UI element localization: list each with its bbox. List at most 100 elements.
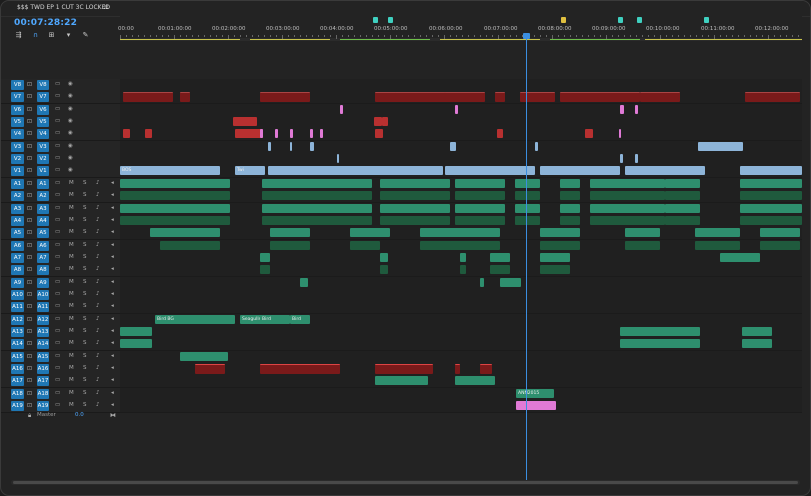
timeline-clip[interactable]	[560, 92, 640, 102]
timeline-clip[interactable]	[445, 92, 485, 102]
timeline-marker[interactable]	[373, 17, 378, 23]
track-expand-icon[interactable]: ◂	[111, 291, 114, 297]
timeline-clip[interactable]	[540, 253, 570, 262]
voiceover-icon[interactable]: ♪	[96, 229, 100, 235]
timeline-clip[interactable]	[275, 129, 278, 138]
mute-button[interactable]: M	[69, 266, 74, 272]
timeline-clip[interactable]	[515, 216, 540, 225]
timeline-clip[interactable]	[480, 364, 492, 374]
timeline-clip[interactable]	[120, 179, 230, 188]
timeline-clip[interactable]	[460, 265, 466, 274]
source-patch[interactable]: A14	[11, 339, 24, 349]
solo-button[interactable]: S	[83, 303, 87, 309]
timeline-clip[interactable]	[695, 228, 740, 237]
source-patch[interactable]: V4	[11, 129, 24, 139]
solo-button[interactable]: S	[83, 229, 87, 235]
timeline-clip[interactable]	[515, 278, 521, 287]
mute-button[interactable]: M	[69, 217, 74, 223]
voiceover-icon[interactable]: ♪	[96, 192, 100, 198]
track-expand-icon[interactable]: ◂	[111, 340, 114, 346]
mute-button[interactable]: M	[69, 291, 74, 297]
timeline-clip[interactable]	[380, 265, 388, 274]
timeline-clip[interactable]	[625, 191, 665, 200]
track-expand-icon[interactable]: ◂	[111, 279, 114, 285]
sync-lock-icon[interactable]: ▭	[55, 167, 60, 173]
track-target[interactable]: V5	[37, 117, 49, 127]
sync-lock-icon[interactable]: ▭	[55, 328, 60, 334]
timeline-clip[interactable]	[625, 241, 660, 250]
source-patch[interactable]: A18	[11, 389, 24, 399]
source-patch[interactable]: A13	[11, 327, 24, 337]
timeline-clip[interactable]	[635, 105, 638, 114]
timeline-clip[interactable]	[450, 142, 456, 151]
track-target[interactable]: A5	[37, 228, 49, 238]
timeline-clip[interactable]	[120, 216, 230, 225]
master-volume[interactable]: 0.0	[75, 412, 84, 418]
lock-icon[interactable]: ⊡	[27, 316, 32, 323]
mute-button[interactable]: M	[69, 390, 74, 396]
timeline-clip[interactable]	[310, 142, 314, 151]
lock-icon[interactable]: ⊡	[27, 192, 32, 199]
settings-icon[interactable]: ✎	[81, 31, 90, 40]
lock-icon[interactable]: ⊡	[27, 81, 32, 88]
track-target[interactable]: V8	[37, 80, 49, 90]
track-expand-icon[interactable]: ◂	[111, 377, 114, 383]
source-patch[interactable]: A3	[11, 204, 24, 214]
timeline-clip[interactable]	[180, 92, 190, 102]
timeline-clip[interactable]	[270, 228, 310, 237]
timeline-clip[interactable]	[290, 129, 293, 138]
timeline-clip[interactable]	[262, 216, 372, 225]
lock-icon[interactable]: ⊡	[27, 390, 32, 397]
timeline-clip[interactable]	[740, 191, 802, 200]
video-track-lane[interactable]: BOS Twi	[120, 165, 802, 178]
audio-track-lane[interactable]	[120, 264, 802, 277]
track-expand-icon[interactable]: ◂	[111, 390, 114, 396]
solo-button[interactable]: S	[83, 217, 87, 223]
solo-button[interactable]: S	[83, 353, 87, 359]
voiceover-icon[interactable]: ♪	[96, 291, 100, 297]
timeline-marker[interactable]	[388, 17, 393, 23]
sync-lock-icon[interactable]: ▭	[55, 192, 60, 198]
sync-lock-icon[interactable]: ▭	[55, 118, 60, 124]
sync-lock-icon[interactable]: ▭	[55, 266, 60, 272]
timeline-clip[interactable]	[262, 179, 372, 188]
timeline-clip[interactable]	[625, 228, 660, 237]
timeline-marker[interactable]	[637, 17, 642, 23]
timeline-clip[interactable]	[560, 179, 580, 188]
timeline-clip[interactable]	[380, 216, 450, 225]
track-target[interactable]: A18	[37, 389, 49, 399]
timeline-clip[interactable]	[535, 142, 538, 151]
timeline-clip[interactable]	[720, 253, 760, 262]
track-target[interactable]: A15	[37, 352, 49, 362]
timeline-clip[interactable]	[460, 253, 466, 262]
voiceover-icon[interactable]: ♪	[96, 205, 100, 211]
timeline-clip[interactable]	[180, 352, 228, 361]
timeline-clip[interactable]	[160, 241, 220, 250]
track-target[interactable]: A6	[37, 241, 49, 251]
timeline-clip[interactable]	[665, 204, 700, 213]
lock-icon[interactable]: ⊡	[27, 242, 32, 249]
eye-icon[interactable]: ◉	[68, 106, 73, 112]
solo-button[interactable]: S	[83, 291, 87, 297]
timeline-clip[interactable]	[233, 117, 257, 126]
timeline-clip[interactable]	[540, 241, 580, 250]
source-patch[interactable]: A6	[11, 241, 24, 251]
timeline-clip[interactable]	[320, 129, 323, 138]
lock-icon[interactable]: ⊡	[27, 266, 32, 273]
snap-icon[interactable]: ∩	[31, 31, 40, 40]
timeline-clip[interactable]	[665, 179, 700, 188]
timeline-clip[interactable]	[515, 179, 540, 188]
voiceover-icon[interactable]: ♪	[96, 316, 100, 322]
lock-icon[interactable]: ⊡	[27, 118, 32, 125]
mute-button[interactable]: M	[69, 328, 74, 334]
mute-button[interactable]: M	[69, 365, 74, 371]
sync-lock-icon[interactable]: ▭	[55, 303, 60, 309]
timeline-clip[interactable]	[310, 129, 313, 138]
timeline-clip[interactable]	[495, 92, 505, 102]
timeline-clip[interactable]	[620, 327, 700, 336]
lock-icon[interactable]: ⊡	[27, 180, 32, 187]
sync-lock-icon[interactable]: ▭	[55, 143, 60, 149]
eye-icon[interactable]: ◉	[68, 143, 73, 149]
lock-icon[interactable]: ⊡	[27, 340, 32, 347]
voiceover-icon[interactable]: ♪	[96, 402, 100, 408]
